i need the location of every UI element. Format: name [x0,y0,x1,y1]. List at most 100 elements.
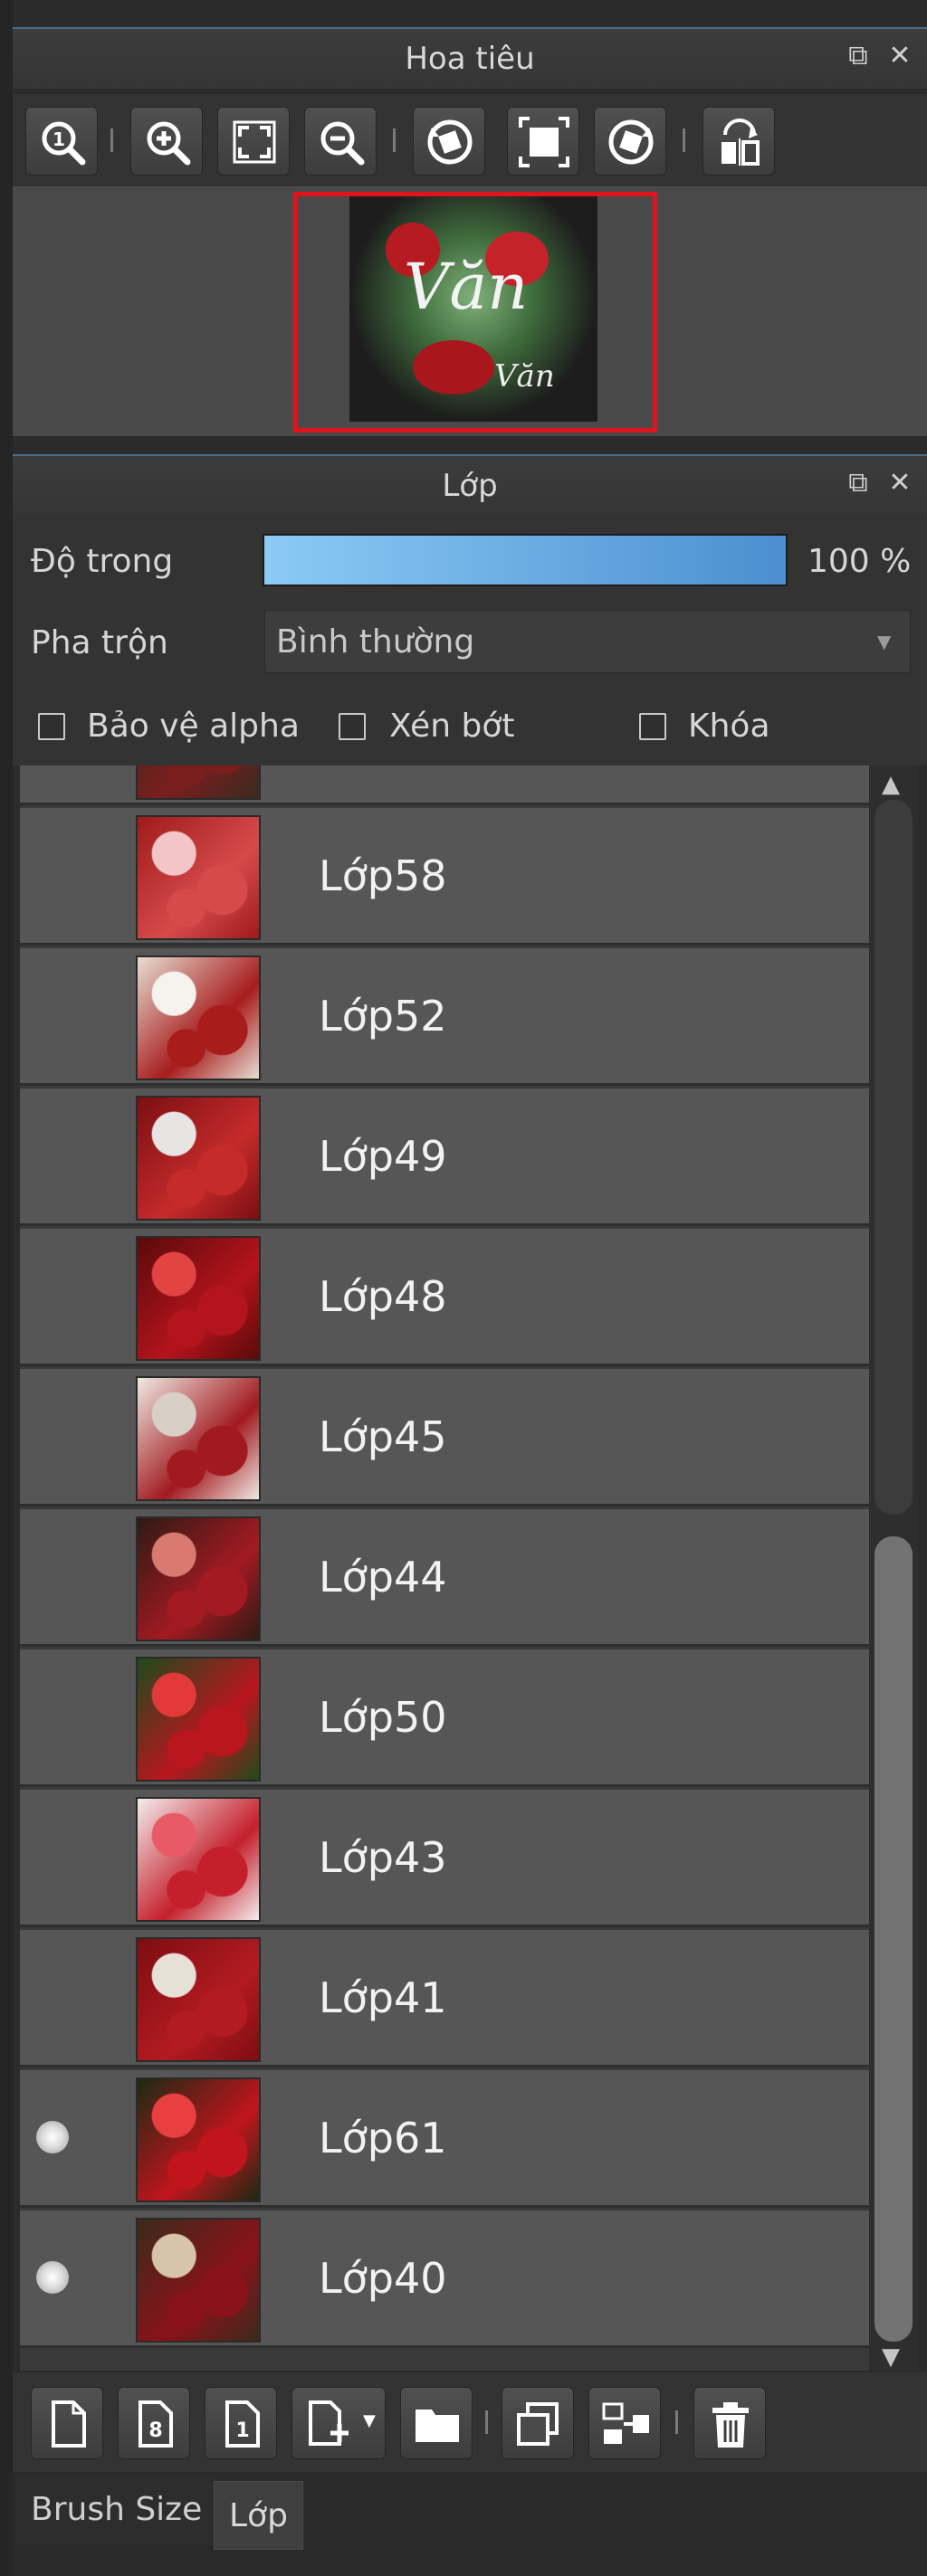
fit-icon [233,120,276,164]
new-8bit-layer-button[interactable]: 8 [118,2387,190,2459]
merge-layer-button[interactable] [588,2387,661,2459]
layer-name: Lớp41 [319,1973,447,2022]
zoom-actual-icon: 1 [42,121,86,166]
layers-titlebar: Lớp ⧉ ✕ [13,454,927,516]
alpha-protect-label: Bảo vệ alpha [87,708,300,745]
new-folder-button[interactable] [400,2387,473,2459]
close-icon[interactable]: ✕ [882,38,918,74]
alpha-protect-checkbox[interactable] [38,713,65,740]
scrollbar-track-upper [874,800,913,1515]
layer-row[interactable]: Lớp48 [20,1229,869,1366]
flip-icon [722,119,760,166]
visibility-toggle-icon[interactable] [36,2261,69,2294]
layer-thumbnail [136,1096,261,1221]
undock-icon[interactable]: ⧉ [840,38,876,74]
fit-screen-button[interactable] [217,107,290,176]
layer-thumbnail [136,1376,261,1501]
visibility-toggle-icon[interactable] [36,1139,69,1172]
visibility-toggle-icon[interactable] [36,1981,69,2013]
blend-mode-select[interactable]: Bình thường ▼ [264,610,911,673]
layer-name: Lớp43 [319,1833,447,1882]
visibility-toggle-icon[interactable] [36,2121,69,2153]
layer-row[interactable]: Lớp40 [20,2210,869,2348]
toolbar-separator [675,2410,678,2434]
svg-text:1: 1 [235,2419,249,2442]
new-layer-button[interactable] [31,2387,103,2459]
tab-brush-size[interactable]: Brush Size [16,2476,217,2544]
layer-list[interactable]: Lớp55 Lớp58 Lớp52 Lớp49 Lớp48 Lớp45 Lớp44 Lớp50… [20,765,869,2371]
layer-thumbnail [136,1236,261,1361]
panel-tabs: Brush Size Lớp [13,2472,927,2576]
opacity-slider[interactable] [263,534,788,586]
opacity-label: Độ trong [31,543,174,580]
layer-name: Lớp52 [319,992,447,1041]
blend-mode-value: Bình thường [276,623,475,661]
visibility-toggle-icon[interactable] [36,999,69,1031]
layers-title: Lớp [442,468,498,504]
merge-icon [602,2402,649,2444]
scrollbar-thumb[interactable] [874,1536,913,2342]
layer-row[interactable]: Lớp43 [20,1790,869,1927]
fill-icon [519,117,569,167]
new-1bit-layer-button[interactable]: 1 [205,2387,277,2459]
undock-icon[interactable]: ⧉ [840,465,876,501]
scroll-down-icon[interactable]: ▼ [882,2343,900,2371]
layer-row[interactable]: Lớp41 [20,1930,869,2067]
add-layer-dropdown-button[interactable]: ▼ [291,2387,386,2459]
blend-label: Pha trộn [31,624,168,661]
svg-text:8: 8 [148,2419,162,2442]
visibility-toggle-icon[interactable] [36,1560,69,1592]
new-layer-icon [52,2400,86,2448]
navigator-preview-area[interactable]: Văn Văn [13,186,927,436]
layer-row[interactable]: Lớp55 [20,765,869,805]
layer-row[interactable]: Lớp49 [20,1088,869,1226]
visibility-toggle-icon[interactable] [36,1700,69,1733]
opacity-slider-fill [264,536,786,585]
layer-row[interactable]: Lớp58 [20,808,869,946]
layer-thumbnail [136,2218,261,2343]
layer-row[interactable]: Lớp50 [20,1649,869,1787]
navigator-viewport-rect[interactable] [293,192,657,433]
navigator-toolbar: 1 [13,94,927,186]
navigator-title: Hoa tiêu [405,41,535,77]
scroll-up-icon[interactable]: ▲ [882,771,900,798]
clipping-label: Xén bớt [389,708,515,745]
layer-thumbnail [136,955,261,1080]
delete-layer-button[interactable] [693,2387,766,2459]
layer-name: Lớp48 [319,1272,447,1321]
close-icon[interactable]: ✕ [882,465,918,501]
layer-row[interactable]: Lớp45 [20,1369,869,1507]
fill-view-button[interactable] [507,107,579,176]
visibility-toggle-icon[interactable] [36,1420,69,1452]
layer-thumbnail [136,1797,261,1922]
zoom-actual-button[interactable]: 1 [25,107,98,176]
layer-name: Lớp40 [319,2254,447,2303]
rotate-left-button[interactable] [413,107,485,176]
duplicate-layer-button[interactable] [502,2387,574,2459]
zoom-out-button[interactable] [304,107,377,176]
rotate-left-icon [427,119,473,165]
flip-button[interactable] [702,107,775,176]
folder-icon [416,2410,459,2442]
lock-checkbox[interactable] [639,713,666,740]
toolbar-separator [393,128,396,152]
visibility-toggle-icon[interactable] [36,1279,69,1312]
rotate-right-button[interactable] [594,107,666,176]
navigator-titlebar: Hoa tiêu ⧉ ✕ [13,27,927,89]
layer-thumbnail [136,1516,261,1641]
zoom-in-icon [147,121,191,166]
layer-list-scrollbar[interactable]: ▲ ▼ [869,765,918,2371]
panel-left-border [0,0,13,2576]
clipping-checkbox[interactable] [339,713,366,740]
layer-row[interactable]: Lớp44 [20,1509,869,1647]
visibility-toggle-icon[interactable] [36,1840,69,1873]
layer-row[interactable]: Lớp61 [20,2070,869,2208]
layer-thumbnail [136,1937,261,2062]
layer-name: Lớp45 [319,1412,447,1461]
layer-thumbnail [136,2077,261,2202]
layer-row[interactable]: Lớp52 [20,948,869,1086]
layer-thumbnail [136,765,261,800]
visibility-toggle-icon[interactable] [36,859,69,891]
tab-layer[interactable]: Lớp [214,2481,303,2550]
zoom-in-button[interactable] [130,107,203,176]
